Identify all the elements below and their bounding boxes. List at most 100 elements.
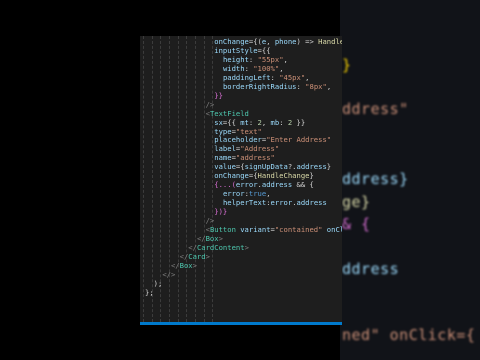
code-token: ={: [248, 171, 258, 181]
code-token: label: [214, 144, 236, 154]
code-token: inputStyle: [214, 45, 258, 55]
code-line[interactable]: helperText:error.address: [222, 198, 327, 208]
code-token: type: [214, 126, 232, 136]
indent-guide: [143, 36, 144, 322]
code-token: mb: [270, 117, 280, 127]
background-blurred-code: } ddress" ddress} ge} & {ddress ned" onClick=…: [340, 0, 480, 360]
code-token: :: [248, 117, 258, 127]
code-token: >: [205, 251, 210, 261]
code-token: variant: [240, 224, 271, 234]
code-token: :: [279, 117, 288, 127]
code-token: {...(: [214, 180, 236, 190]
background-code-line: ge}: [342, 193, 371, 211]
code-token: };: [145, 287, 154, 297]
code-token: />: [205, 216, 215, 225]
code-token: :: [244, 63, 254, 73]
code-token: borderRightRadius: [222, 81, 297, 91]
code-token: HandleChange: [257, 171, 310, 181]
code-token: "text": [235, 126, 262, 136]
code-token: onClick: [326, 224, 342, 234]
code-token: error: [222, 189, 245, 199]
code-line[interactable]: borderRightRadius: "8px",: [222, 81, 331, 91]
code-token: ,: [279, 63, 284, 73]
code-token: );: [153, 278, 163, 288]
code-token: "Enter Address": [266, 135, 332, 145]
background-code-line: }: [342, 56, 352, 74]
code-editor[interactable]: onChange={(e, phone) => HandleChangeinpu…: [140, 36, 342, 322]
code-token: }: [326, 162, 332, 172]
editor-status-bar: [140, 322, 342, 325]
code-token: "contained": [274, 224, 323, 234]
code-token: :: [248, 54, 258, 64]
indent-guide: [177, 36, 179, 322]
code-token: placeholder: [214, 135, 262, 145]
code-token: paddingLeft: [222, 72, 271, 82]
background-code-line: ned" onClick={: [342, 326, 476, 344]
code-token: ={(: [248, 37, 262, 46]
code-token: && {: [292, 180, 314, 190]
code-token: ,: [305, 72, 310, 82]
indent-guide: [151, 36, 153, 322]
code-token: </: [170, 260, 180, 270]
code-token: ,: [266, 37, 275, 46]
indent-guide: [194, 36, 196, 322]
code-line[interactable]: );: [153, 278, 163, 288]
background-code-line: & {: [342, 215, 371, 233]
code-token: onChange: [214, 37, 249, 46]
background-code-line: ddress: [342, 260, 400, 278]
background-code-line: ddress": [342, 100, 409, 118]
code-token: address: [296, 162, 327, 172]
indent-guide: [203, 36, 205, 322]
code-token: address: [261, 180, 293, 190]
code-token: </: [188, 242, 197, 252]
code-token: :: [270, 72, 280, 82]
code-token: height: [222, 54, 249, 64]
code-token: ={{: [257, 45, 271, 55]
code-token: Card: [188, 251, 206, 261]
code-token: TextField: [209, 108, 249, 118]
code-token: ,: [266, 189, 271, 199]
code-token: </: [179, 251, 189, 261]
code-token: sx: [214, 117, 223, 127]
code-line[interactable]: </>: [162, 269, 176, 279]
code-token: true: [248, 189, 267, 199]
code-token: ?.: [287, 162, 297, 172]
indent-guide: [186, 36, 188, 322]
code-token: ,: [283, 54, 288, 64]
code-token: signUpData: [244, 162, 288, 172]
code-line[interactable]: <Button variant="contained" onClick={: [206, 224, 342, 234]
code-token: HandleChange: [318, 37, 342, 46]
code-token: >: [218, 233, 223, 243]
code-token: Button: [209, 224, 236, 234]
code-token: </: [196, 233, 206, 243]
code-token: }}: [214, 90, 223, 100]
code-token: name: [214, 153, 232, 163]
code-token: "address": [235, 153, 275, 163]
code-token: ={{: [222, 117, 241, 127]
code-token: ,: [261, 117, 271, 127]
code-token: phone: [274, 37, 297, 46]
code-token: >: [244, 242, 249, 252]
code-token: :: [296, 81, 306, 91]
indent-guide: [168, 36, 170, 322]
code-token: })}: [214, 207, 228, 217]
code-token: width: [222, 63, 245, 73]
left-letterbox: [0, 0, 140, 360]
code-line[interactable]: })}: [214, 207, 228, 217]
code-token: Box: [205, 233, 219, 243]
code-line[interactable]: }}: [214, 90, 223, 100]
code-token: value: [214, 162, 236, 172]
code-token: "Address": [240, 144, 280, 154]
code-token: helperText: [222, 198, 267, 208]
code-token: }}: [292, 117, 306, 127]
code-token: Box: [179, 260, 193, 270]
code-token: error: [235, 180, 258, 190]
code-line[interactable]: };: [145, 287, 154, 297]
code-token: }: [309, 171, 314, 181]
code-token: "45px": [279, 72, 306, 82]
code-token: >: [192, 260, 197, 270]
code-token: </>: [162, 269, 176, 279]
code-token: onChange: [214, 171, 249, 181]
code-token: ={: [235, 162, 245, 172]
code-token: mt: [240, 117, 249, 127]
